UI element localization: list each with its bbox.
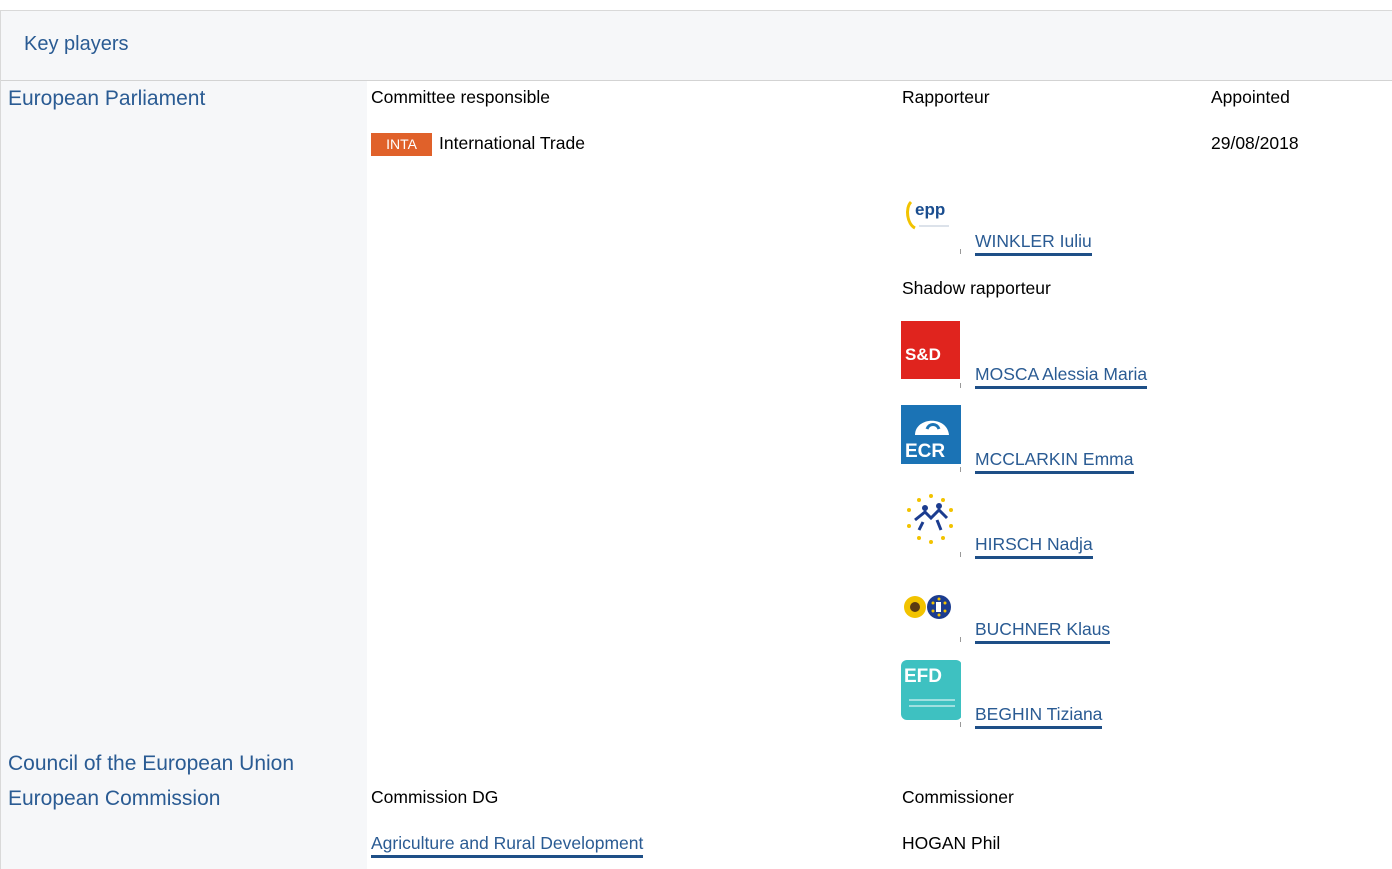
commissioner-name: HOGAN Phil <box>902 833 1001 853</box>
header-commissioner: Commissioner <box>902 787 1014 807</box>
svg-text:EFD: EFD <box>904 666 942 687</box>
epp-logo-icon: epp <box>901 188 961 248</box>
header-rapporteur: Rapporteur <box>902 87 990 107</box>
tick-mark <box>960 722 961 727</box>
tick-mark <box>960 467 961 472</box>
shadow-rapporteur-link[interactable]: BEGHIN Tiziana <box>975 704 1103 729</box>
header-committee-responsible: Committee responsible <box>371 87 550 107</box>
content-area <box>367 81 1392 869</box>
sd-logo-icon: S&D <box>901 321 961 381</box>
header-commission-dg: Commission DG <box>371 787 499 807</box>
header-appointed: Appointed <box>1211 87 1290 107</box>
institution-european-commission[interactable]: European Commission <box>8 787 220 811</box>
alde-logo-icon <box>901 490 961 550</box>
panel-title: Key players <box>24 33 129 55</box>
efdd-logo-icon: EFD <box>901 660 962 720</box>
greens-efa-logo-icon <box>901 575 961 635</box>
shadow-rapporteur-link[interactable]: MOSCA Alessia Maria <box>975 364 1148 389</box>
institution-european-parliament[interactable]: European Parliament <box>8 87 205 111</box>
institution-council[interactable]: Council of the European Union <box>8 752 294 776</box>
svg-text:epp: epp <box>915 200 945 219</box>
svg-text:ECR: ECR <box>905 441 945 462</box>
shadow-rapporteur-link[interactable]: BUCHNER Klaus <box>975 619 1111 644</box>
committee-badge: INTA <box>371 133 432 156</box>
svg-text:S&D: S&D <box>905 345 941 364</box>
tick-mark <box>960 249 961 254</box>
shadow-rapporteur-link[interactable]: MCCLARKIN Emma <box>975 449 1134 474</box>
tick-mark <box>960 637 961 642</box>
panel-header: Key players <box>1 11 1392 81</box>
shadow-rapporteur-link[interactable]: HIRSCH Nadja <box>975 534 1093 559</box>
rapporteur-link[interactable]: WINKLER Iuliu <box>975 231 1092 256</box>
tick-mark <box>960 552 961 557</box>
tick-mark <box>960 383 961 388</box>
shadow-rapporteur-label: Shadow rapporteur <box>902 278 1051 298</box>
committee-name: International Trade <box>439 133 585 153</box>
commission-dg-link[interactable]: Agriculture and Rural Development <box>371 833 644 858</box>
ecr-logo-icon: ECR <box>901 405 962 465</box>
appointed-date: 29/08/2018 <box>1211 133 1299 153</box>
